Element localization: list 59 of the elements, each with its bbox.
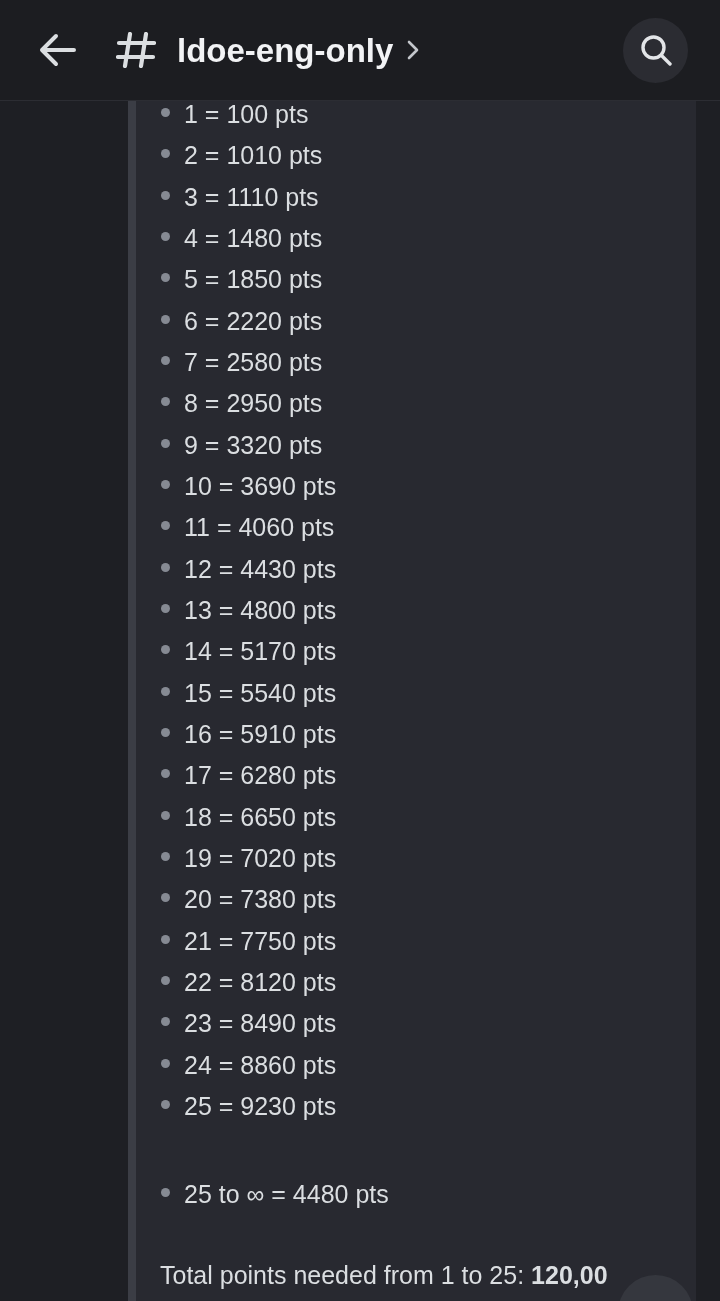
bullet-icon: [161, 603, 170, 613]
list-item-text: 9 = 3320 pts: [184, 431, 323, 458]
bullet-icon: [161, 479, 170, 489]
list-item-text: 1 = 100 pts: [184, 101, 309, 127]
bullet-icon: [161, 397, 170, 407]
bullet-icon: [161, 893, 170, 903]
bullet-icon: [161, 562, 170, 572]
list-item-text: 4 = 1480 pts: [184, 225, 323, 251]
bullet-icon: [161, 314, 170, 324]
list-item-text: 18 = 6650 pts: [184, 803, 337, 830]
list-item-text: 21 = 7750 pts: [184, 927, 337, 954]
search-icon: [639, 34, 672, 66]
bullet-icon: [161, 1099, 170, 1109]
chevron-icon: [407, 40, 420, 60]
list-item-text: 3 = 1110 pts: [184, 183, 319, 210]
back-button[interactable]: [38, 33, 76, 67]
bullet-icon: [161, 273, 170, 283]
list-item-text: 23 = 8490 pts: [184, 1010, 337, 1037]
list-item-text: 24 = 8860 pts: [184, 1051, 337, 1078]
list-item-text: 8 = 2950 pts: [184, 390, 323, 417]
bullet-icon: [161, 686, 170, 696]
bullet-icon: [161, 521, 170, 531]
bullet-icon: [161, 232, 170, 241]
back-arrow-icon: [38, 33, 76, 67]
list-item-text: 20 = 7380 pts: [184, 886, 337, 913]
bullet-icon: [161, 934, 170, 944]
list-item-text: 7 = 2580 pts: [184, 348, 323, 375]
list-item-text: 2 = 1010 pts: [184, 142, 323, 169]
channel-name-button[interactable]: ldoe-eng-only: [177, 33, 420, 67]
list-item-text: 25 to ∞ = 4480 pts: [184, 1180, 389, 1207]
bullet-icon: [161, 190, 170, 200]
total-text: Total points needed from 1 to 25: 120,00: [160, 1261, 609, 1288]
list-item-text: 17 = 6280 pts: [184, 762, 337, 789]
list-item-text: 6 = 2220 pts: [184, 307, 323, 334]
bullet-icon: [161, 810, 170, 820]
bullet-icon: [161, 769, 170, 779]
bullet-icon: [161, 438, 170, 448]
bullet-icon: [161, 1058, 170, 1068]
list-item-text: 5 = 1850 pts: [184, 266, 323, 293]
list-item-text: 14 = 5170 pts: [184, 638, 337, 665]
bullet-icon: [161, 355, 170, 365]
list-item-text: 16 = 5910 pts: [184, 720, 337, 747]
list-item-text: 19 = 7020 pts: [184, 844, 337, 871]
bullet-icon: [161, 851, 170, 861]
bullet-icon: [161, 1187, 170, 1197]
bullet-icon: [161, 149, 170, 159]
bullet-icon: [161, 975, 170, 985]
bullet-icon: [161, 1017, 170, 1027]
list-item-text: 11 = 4060 pts: [184, 514, 335, 541]
list-item-text: 13 = 4800 pts: [184, 596, 337, 623]
hash-icon: [116, 32, 156, 68]
list-item-text: 10 = 3690 pts: [184, 472, 337, 499]
bullet-icon: [161, 645, 170, 655]
list-item-text: 25 = 9230 pts: [184, 1092, 337, 1119]
bullet-icon: [161, 108, 170, 117]
list-item-text: 15 = 5540 pts: [184, 679, 337, 706]
bullet-icon: [161, 727, 170, 737]
list-item-text: 12 = 4430 pts: [184, 555, 337, 582]
list-item-text: 22 = 8120 pts: [184, 968, 337, 995]
